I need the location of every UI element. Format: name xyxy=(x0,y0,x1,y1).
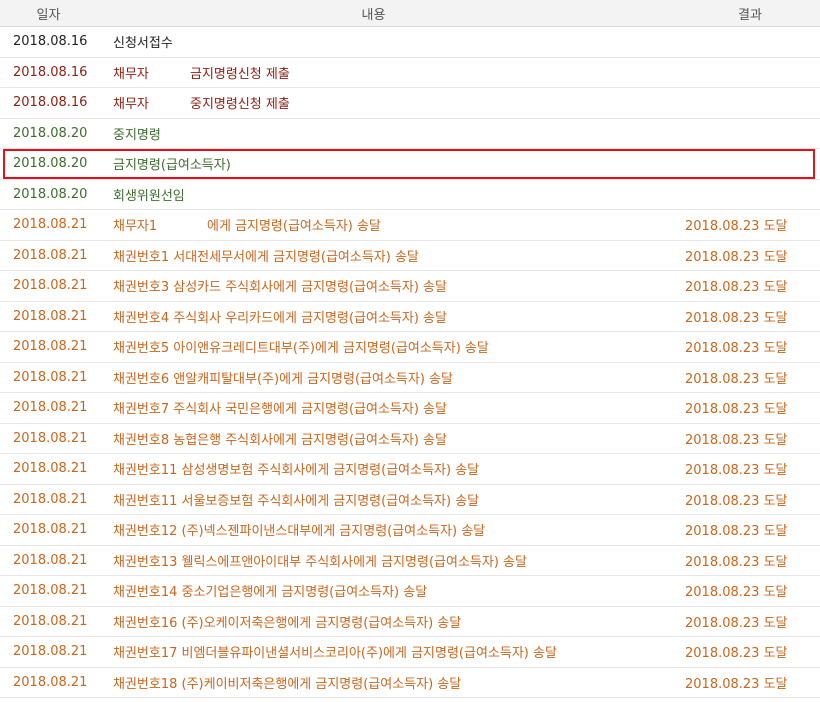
row-result: 2018.08.23 도달 xyxy=(685,493,788,509)
row-result: 2018.08.23 도달 xyxy=(685,463,788,479)
table-row: 2018.08.21 채권번호3 삼성카드 주식회사에게 금지명령(급여소득자) … xyxy=(0,271,820,302)
table-row: 2018.08.21 채권번호7 주식회사 국민은행에게 금지명령(급여소득자) … xyxy=(0,393,820,424)
row-date: 2018.08.16 xyxy=(13,95,88,111)
row-result: 2018.08.23 도달 xyxy=(685,676,788,692)
row-date: 2018.08.21 xyxy=(13,491,88,507)
row-date: 2018.08.21 xyxy=(13,674,88,690)
row-result: 2018.08.23 도달 xyxy=(685,249,788,265)
row-content: 채권번호11 삼성생명보험 주식회사에게 금지명령(급여소득자) 송달 xyxy=(113,463,480,479)
row-date: 2018.08.16 xyxy=(13,34,88,50)
row-party: 채무자 xyxy=(113,66,149,82)
row-date: 2018.08.20 xyxy=(13,186,88,202)
table-row: 2018.08.21 채권번호16 (주)오케이저축은행에게 금지명령(급여소득자… xyxy=(0,607,820,637)
row-content: 채권번호8 농협은행 주식회사에게 금지명령(급여소득자) 송달 xyxy=(113,432,447,448)
row-date: 2018.08.21 xyxy=(13,552,88,568)
row-date: 2018.08.21 xyxy=(13,522,88,538)
row-content: 채권번호3 삼성카드 주식회사에게 금지명령(급여소득자) 송달 xyxy=(113,280,447,296)
table-row: 2018.08.16 신청서접수 xyxy=(0,27,820,58)
row-content: 채권번호17 비엠더블유파이낸셜서비스코리아(주)에게 금지명령(급여소득자) … xyxy=(113,646,557,662)
table-row: 2018.08.21 채권번호13 웰릭스에프앤아이대부 주식회사에게 금지명령(… xyxy=(0,546,820,576)
row-result: 2018.08.23 도달 xyxy=(685,585,788,601)
table-row: 2018.08.21 채권번호6 앤알캐피탈대부(주)에게 금지명령(급여소득자)… xyxy=(0,363,820,393)
row-content: 중지명령 xyxy=(113,127,161,143)
row-content: 채무자1 에게 금지명령(급여소득자) 송달 xyxy=(113,215,685,234)
table-row: 2018.08.21 채권번호5 아이앤유크레디트대부(주)에게 금지명령(급여소… xyxy=(0,332,820,363)
row-content: 채권번호1 서대전세무서에게 금지명령(급여소득자) 송달 xyxy=(113,249,419,265)
row-date: 2018.08.21 xyxy=(13,369,88,385)
row-content-text: 중지명령신청 제출 xyxy=(190,97,290,113)
row-result: 2018.08.23 도달 xyxy=(685,341,788,357)
row-content: 채권번호4 주식회사 우리카드에게 금지명령(급여소득자) 송달 xyxy=(113,310,447,326)
row-content: 채권번호6 앤알캐피탈대부(주)에게 금지명령(급여소득자) 송달 xyxy=(113,371,453,387)
row-content: 채무자 금지명령신청 제출 xyxy=(113,63,685,82)
row-content: 채권번호12 (주)넥스젠파이낸스대부에게 금지명령(급여소득자) 송달 xyxy=(113,524,486,540)
row-result: 2018.08.23 도달 xyxy=(685,280,788,296)
table-row: 2018.08.21 채권번호1 서대전세무서에게 금지명령(급여소득자) 송달 2… xyxy=(0,241,820,271)
row-content: 채권번호18 (주)케이비저축은행에게 금지명령(급여소득자) 송달 xyxy=(113,676,462,692)
row-content: 채권번호7 주식회사 국민은행에게 금지명령(급여소득자) 송달 xyxy=(113,402,447,418)
table-row: 2018.08.20 회생위원선임 xyxy=(0,180,820,210)
table-body: 2018.08.16 신청서접수 2018.08.16 채무자 금지명령신청 제출 201… xyxy=(0,27,820,698)
table-header: 일자 내용 결과 xyxy=(0,0,820,27)
row-result: 2018.08.23 도달 xyxy=(685,524,788,540)
row-content: 채무자 중지명령신청 제출 xyxy=(113,93,685,112)
table-row: 2018.08.21 채권번호17 비엠더블유파이낸셜서비스코리아(주)에게 금지… xyxy=(0,637,820,668)
row-result: 2018.08.23 도달 xyxy=(685,219,788,235)
table-row: 2018.08.16 채무자 중지명령신청 제출 xyxy=(0,88,820,119)
row-date: 2018.08.21 xyxy=(13,583,88,599)
row-result: 2018.08.23 도달 xyxy=(685,371,788,387)
row-date: 2018.08.21 xyxy=(13,400,88,416)
row-content: 채권번호5 아이앤유크레디트대부(주)에게 금지명령(급여소득자) 송달 xyxy=(113,341,489,357)
table-row: 2018.08.21 채권번호11 삼성생명보험 주식회사에게 금지명령(급여소득… xyxy=(0,454,820,485)
row-party: 채무자1 xyxy=(113,219,158,235)
row-date: 2018.08.21 xyxy=(13,247,88,263)
row-result: 2018.08.23 도달 xyxy=(685,554,788,570)
row-content: 채권번호16 (주)오케이저축은행에게 금지명령(급여소득자) 송달 xyxy=(113,615,462,631)
row-content: 채권번호11 서울보증보험 주식회사에게 금지명령(급여소득자) 송달 xyxy=(113,493,480,509)
header-content: 내용 xyxy=(361,7,386,23)
table-row: 2018.08.20 중지명령 xyxy=(0,119,820,149)
case-progress-table: 일자 내용 결과 2018.08.16 신청서접수 2018.08.16 채무자 금지명… xyxy=(0,0,820,698)
row-result: 2018.08.23 도달 xyxy=(685,310,788,326)
row-content: 채권번호14 중소기업은행에게 금지명령(급여소득자) 송달 xyxy=(113,585,428,601)
table-row: 2018.08.21 채무자1 에게 금지명령(급여소득자) 송달 2018.08.2… xyxy=(0,210,820,241)
row-date: 2018.08.21 xyxy=(13,613,88,629)
row-date: 2018.08.21 xyxy=(13,430,88,446)
row-content: 금지명령(급여소득자) xyxy=(113,158,231,174)
header-result: 결과 xyxy=(738,7,762,23)
row-result: 2018.08.23 도달 xyxy=(685,646,788,662)
row-date: 2018.08.21 xyxy=(13,339,88,355)
row-content: 회생위원선임 xyxy=(113,188,185,204)
table-row: 2018.08.16 채무자 금지명령신청 제출 xyxy=(0,58,820,88)
row-date: 2018.08.20 xyxy=(13,156,88,172)
header-date: 일자 xyxy=(36,7,61,23)
row-date: 2018.08.21 xyxy=(13,461,88,477)
row-result: 2018.08.23 도달 xyxy=(685,432,788,448)
table-row: 2018.08.21 채권번호8 농협은행 주식회사에게 금지명령(급여소득자) … xyxy=(0,424,820,454)
row-date: 2018.08.21 xyxy=(13,308,88,324)
table-row: 2018.08.21 채권번호12 (주)넥스젠파이낸스대부에게 금지명령(급여소… xyxy=(0,515,820,546)
row-result: 2018.08.23 도달 xyxy=(685,615,788,631)
row-content: 채권번호13 웰릭스에프앤아이대부 주식회사에게 금지명령(급여소득자) 송달 xyxy=(113,554,527,570)
row-party: 채무자 xyxy=(113,97,149,113)
table-row-highlighted: 2018.08.20 금지명령(급여소득자) xyxy=(0,149,820,180)
row-content: 신청서접수 xyxy=(113,36,173,52)
table-row: 2018.08.21 채권번호4 주식회사 우리카드에게 금지명령(급여소득자) … xyxy=(0,302,820,332)
table-row: 2018.08.21 채권번호14 중소기업은행에게 금지명령(급여소득자) 송달… xyxy=(0,576,820,607)
table-row: 2018.08.21 채권번호18 (주)케이비저축은행에게 금지명령(급여소득자… xyxy=(0,668,820,698)
row-date: 2018.08.16 xyxy=(13,64,88,80)
row-result: 2018.08.23 도달 xyxy=(685,402,788,418)
row-content-text: 금지명령신청 제출 xyxy=(190,66,290,82)
row-date: 2018.08.21 xyxy=(13,278,88,294)
row-content-text: 에게 금지명령(급여소득자) 송달 xyxy=(207,219,381,235)
table-row: 2018.08.21 채권번호11 서울보증보험 주식회사에게 금지명령(급여소득… xyxy=(0,485,820,515)
row-date: 2018.08.21 xyxy=(13,644,88,660)
row-date: 2018.08.20 xyxy=(13,125,88,141)
row-date: 2018.08.21 xyxy=(13,217,88,233)
